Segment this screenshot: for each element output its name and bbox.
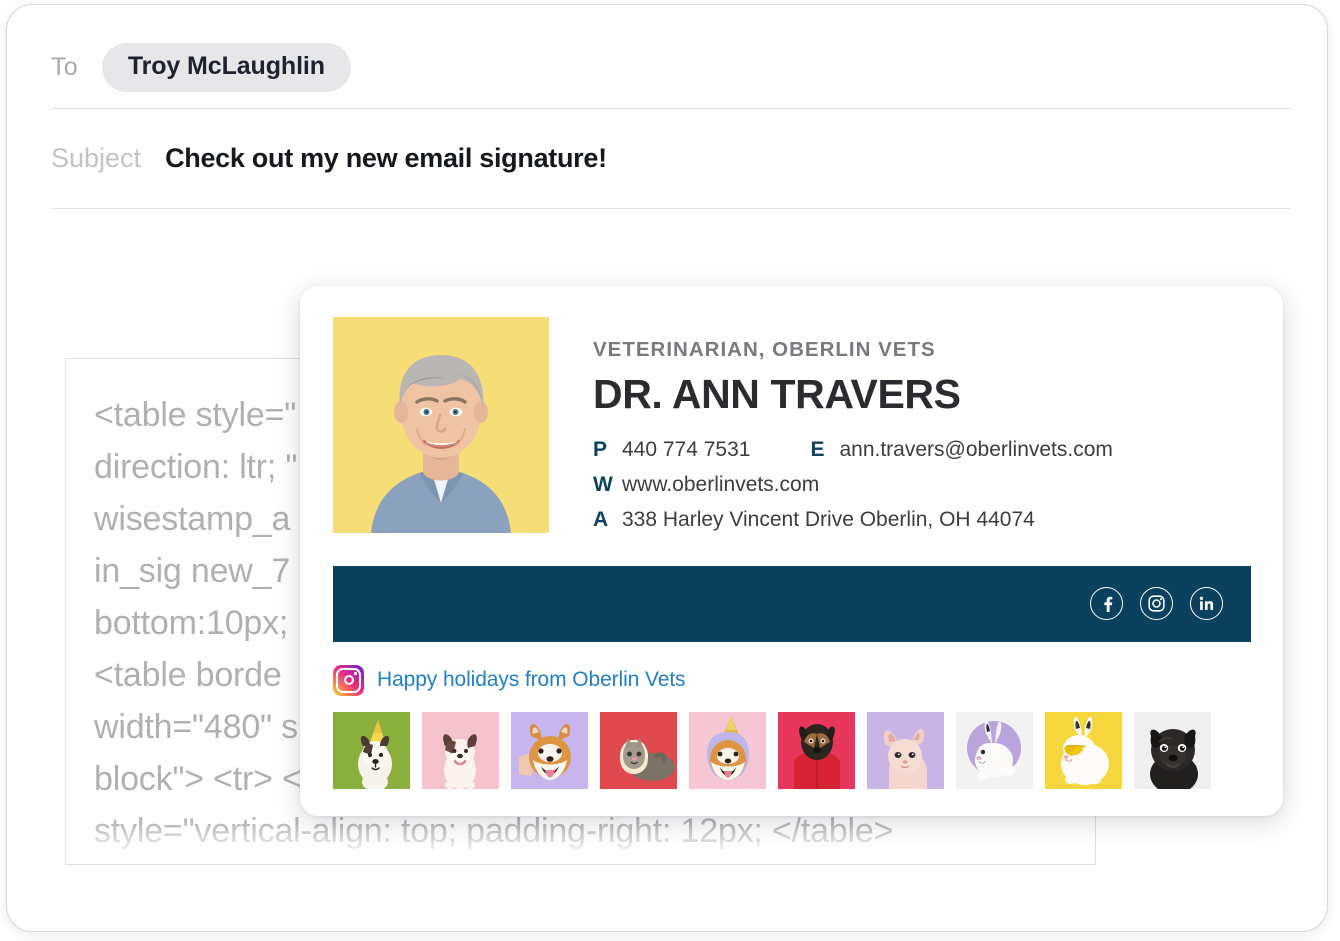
- signature-body: VETERINARIAN, OBERLIN VETS DR. ANN TRAVE…: [300, 286, 1283, 543]
- portrait-illustration: [333, 317, 549, 533]
- email-label: E: [810, 437, 825, 461]
- instagram-thumbnail[interactable]: [1045, 711, 1122, 789]
- french-bulldog-puppy-photo: [422, 711, 499, 789]
- instagram-thumbnail[interactable]: [1134, 711, 1211, 789]
- signature-header: VETERINARIAN, OBERLIN VETS DR. ANN TRAVE…: [333, 317, 1251, 543]
- instagram-thumbnail[interactable]: [689, 711, 766, 789]
- website-label: W: [593, 472, 613, 496]
- email-value[interactable]: ann.travers@oberlinvets.com: [839, 438, 1112, 462]
- email-contact[interactable]: E ann.travers@oberlinvets.com: [810, 438, 1112, 462]
- sphynx-cat-photo: [867, 711, 944, 789]
- cat-in-bread-photo: [600, 711, 677, 789]
- subject-field-row[interactable]: Subject Check out my new email signature…: [51, 109, 1291, 209]
- contact-row-address: A 338 Harley Vincent Drive Oberlin, OH 4…: [593, 508, 1251, 532]
- signature-preview-card: VETERINARIAN, OBERLIN VETS DR. ANN TRAVE…: [300, 286, 1283, 816]
- shiba-in-hood-photo: [689, 711, 766, 789]
- dachshund-red-coat-photo: [778, 711, 855, 789]
- instagram-thumbnail[interactable]: [867, 711, 944, 789]
- phone-contact[interactable]: P 440 774 7531: [593, 438, 750, 462]
- instagram-feed-caption[interactable]: Happy holidays from Oberlin Vets: [377, 668, 686, 692]
- phone-label: P: [593, 437, 608, 461]
- instagram-thumbnail[interactable]: [422, 711, 499, 789]
- instagram-thumbnail[interactable]: [778, 711, 855, 789]
- instagram-feed-callout[interactable]: Happy holidays from Oberlin Vets: [333, 664, 1283, 696]
- shiba-inu-smiling-photo: [511, 711, 588, 789]
- contact-row-phone-email: P 440 774 7531 E ann.travers@oberlinvets…: [593, 438, 1251, 462]
- contact-details: P 440 774 7531 E ann.travers@oberlinvets…: [593, 438, 1251, 532]
- instagram-thumbnail[interactable]: [511, 711, 588, 789]
- rabbit-sunglasses-photo: [1045, 711, 1122, 789]
- website-contact[interactable]: W www.oberlinvets.com: [593, 473, 819, 497]
- subject-label: Subject: [51, 143, 142, 173]
- social-media-bar: [333, 565, 1251, 642]
- instagram-icon: [333, 664, 364, 696]
- instagram-thumbnail[interactable]: [333, 711, 410, 789]
- website-value[interactable]: www.oberlinvets.com: [622, 473, 819, 497]
- address-value: 338 Harley Vincent Drive Oberlin, OH 440…: [622, 507, 1035, 531]
- recipient-chip[interactable]: Troy McLaughlin: [101, 43, 351, 92]
- facebook-glyph: [1103, 596, 1112, 612]
- to-field-row[interactable]: To Troy McLaughlin: [51, 27, 1291, 109]
- contact-row-website: W www.oberlinvets.com: [593, 473, 1251, 497]
- address-contact: A 338 Harley Vincent Drive Oberlin, OH 4…: [593, 508, 1035, 532]
- job-title: VETERINARIAN, OBERLIN VETS: [593, 338, 936, 361]
- instagram-thumbnail[interactable]: [600, 711, 677, 789]
- instagram-thumbnail-strip: [333, 711, 1283, 789]
- white-rabbit-photo: [956, 711, 1033, 789]
- email-compose-window: To Troy McLaughlin Subject Check out my …: [6, 4, 1328, 932]
- subject-input-value[interactable]: Check out my new email signature!: [165, 143, 607, 174]
- black-pug-photo: [1134, 711, 1211, 789]
- instagram-thumbnail[interactable]: [956, 711, 1033, 789]
- person-name: DR. ANN TRAVERS: [593, 370, 961, 417]
- instagram-icon[interactable]: [1140, 587, 1173, 621]
- address-label: A: [593, 507, 609, 531]
- phone-value[interactable]: 440 774 7531: [622, 438, 750, 462]
- dog-party-hat-photo: [333, 711, 410, 789]
- linkedin-icon[interactable]: [1190, 587, 1223, 621]
- linkedin-glyph: [1199, 597, 1214, 611]
- screenshot-root: To Troy McLaughlin Subject Check out my …: [0, 0, 1340, 941]
- signature-identity: VETERINARIAN, OBERLIN VETS DR. ANN TRAVE…: [593, 317, 1251, 543]
- instagram-glyph: [1148, 595, 1165, 613]
- to-label: To: [51, 53, 78, 81]
- avatar: [333, 317, 549, 533]
- facebook-icon[interactable]: [1090, 587, 1123, 621]
